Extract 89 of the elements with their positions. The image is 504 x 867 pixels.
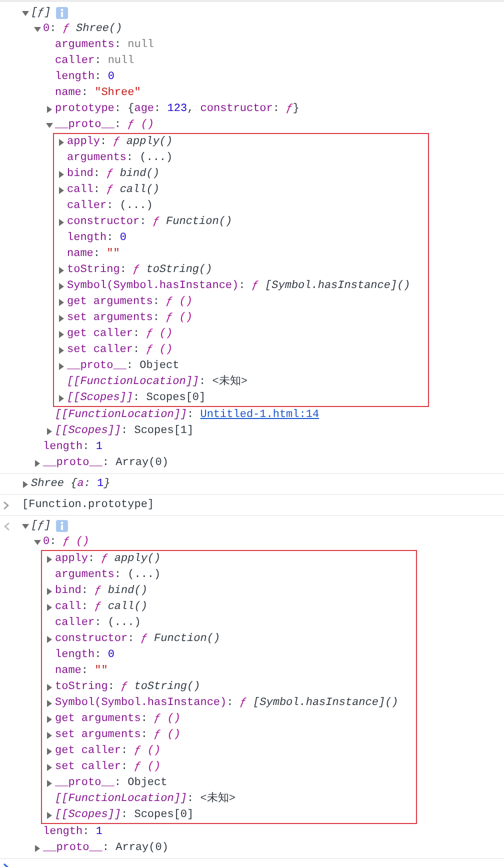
property-text: arguments: (...)	[67, 151, 173, 166]
property-text: toString: ƒ toString()	[67, 263, 212, 278]
expand-triangle-icon[interactable]	[46, 716, 53, 722]
expand-triangle-icon[interactable]	[34, 26, 41, 32]
property-text: get arguments: ƒ ()	[55, 712, 180, 727]
property-text: [[Scopes]]: Scopes[0]	[67, 391, 206, 406]
property-text: [ƒ]	[31, 6, 51, 21]
expand-triangle-icon[interactable]	[46, 588, 53, 594]
expand-triangle-icon[interactable]	[34, 460, 41, 466]
property-text: set arguments: ƒ ()	[67, 311, 192, 326]
property-text: get arguments: ƒ ()	[67, 295, 192, 310]
property-text: __proto__: Array(0)	[43, 456, 168, 471]
property-text: prototype: {age: 123, constructor: ƒ}	[55, 102, 300, 117]
expand-triangle-icon[interactable]	[58, 282, 65, 290]
property-text: apply: ƒ apply()	[67, 135, 173, 150]
expand-triangle-icon[interactable]	[46, 684, 53, 690]
property-text: Symbol(Symbol.hasInstance): ƒ [Symbol.hasInstance]()	[55, 696, 398, 711]
expand-triangle-icon[interactable]	[46, 764, 53, 770]
expand-triangle-icon[interactable]	[58, 266, 65, 274]
property-text: [[Scopes]]: Scopes[1]	[55, 424, 194, 439]
expand-triangle-icon[interactable]	[22, 480, 29, 488]
property-text: apply: ƒ apply()	[55, 552, 161, 567]
property-text: __proto__: ƒ ()	[55, 118, 154, 133]
expand-triangle-icon[interactable]	[46, 732, 53, 738]
expand-triangle-icon[interactable]	[46, 780, 53, 786]
expand-triangle-icon[interactable]	[22, 10, 29, 16]
expand-triangle-icon[interactable]	[58, 170, 65, 178]
expand-triangle-icon[interactable]	[58, 186, 65, 194]
property-text: arguments: null	[55, 38, 154, 53]
property-text: caller: (...)	[67, 199, 153, 214]
source-link[interactable]: Untitled-1.html:14	[200, 409, 320, 421]
property-text: set caller: ƒ ()	[55, 760, 161, 775]
property-text: call: ƒ call()	[55, 600, 148, 615]
property-text: [[Scopes]]: Scopes[0]	[55, 808, 194, 823]
property-text: length: 0	[55, 70, 114, 85]
expand-triangle-icon[interactable]	[46, 636, 53, 642]
property-text: set caller: ƒ ()	[67, 343, 173, 358]
property-text: length: 0	[67, 231, 126, 246]
property-text: 0: ƒ ()	[43, 535, 90, 550]
property-text: [[FunctionLocation]]: Untitled-1.html:14	[55, 408, 320, 423]
expand-triangle-icon[interactable]	[46, 428, 53, 434]
property-text: toString: ƒ toString()	[55, 680, 200, 695]
property-text: 0: ƒ Shree()	[43, 22, 122, 37]
property-text: Symbol(Symbol.hasInstance): ƒ [Symbol.hasInstance]()	[67, 279, 410, 294]
property-text: length: 1	[43, 825, 102, 840]
property-text: bind: ƒ bind()	[55, 584, 148, 599]
property-text: bind: ƒ bind()	[67, 167, 160, 182]
expand-triangle-icon[interactable]	[46, 556, 53, 562]
property-text: __proto__: Object	[67, 359, 180, 374]
property-text: get caller: ƒ ()	[67, 327, 173, 342]
property-text: caller: null	[55, 54, 134, 69]
expand-triangle-icon[interactable]	[58, 394, 65, 402]
property-text: constructor: ƒ Function()	[55, 632, 220, 647]
expand-triangle-icon[interactable]	[58, 138, 65, 146]
property-text: Shree {a: 1}	[31, 477, 110, 492]
expand-triangle-icon[interactable]	[46, 700, 53, 706]
expand-triangle-icon[interactable]	[46, 812, 53, 818]
expand-triangle-icon[interactable]	[34, 538, 41, 546]
property-text: arguments: (...)	[55, 568, 161, 583]
return-chevron-icon	[3, 522, 10, 531]
console-input-text: [Function.prototype]	[22, 498, 156, 513]
input-chevron-icon	[3, 501, 10, 510]
property-text: constructor: ƒ Function()	[67, 215, 232, 230]
expand-triangle-icon[interactable]	[58, 362, 65, 370]
property-text: [[FunctionLocation]]: <未知>	[55, 791, 236, 807]
expand-triangle-icon[interactable]	[46, 106, 53, 112]
expand-triangle-icon[interactable]	[58, 298, 65, 306]
expand-triangle-icon[interactable]	[58, 330, 65, 338]
property-text: name: "Shree"	[55, 86, 141, 101]
property-text: set arguments: ƒ ()	[55, 728, 180, 743]
expand-triangle-icon[interactable]	[46, 604, 53, 610]
property-text: name: ""	[55, 664, 108, 679]
expand-triangle-icon[interactable]	[22, 522, 29, 530]
expand-triangle-icon[interactable]	[46, 748, 53, 754]
property-text: __proto__: Object	[55, 776, 168, 791]
expand-triangle-icon[interactable]	[58, 218, 65, 226]
expand-triangle-icon[interactable]	[46, 122, 53, 128]
expand-triangle-icon[interactable]	[58, 346, 65, 354]
property-text: [[FunctionLocation]]: <未知>	[67, 374, 248, 390]
property-text: get caller: ƒ ()	[55, 744, 161, 759]
property-text: length: 1	[43, 440, 102, 455]
property-text: call: ƒ call()	[67, 183, 160, 198]
property-text: [ƒ]	[31, 519, 51, 534]
property-text: length: 0	[55, 648, 114, 663]
expand-triangle-icon[interactable]	[34, 844, 41, 852]
property-text: caller: (...)	[55, 616, 141, 631]
property-text: name: ""	[67, 247, 120, 262]
property-text: __proto__: Array(0)	[43, 841, 168, 856]
expand-triangle-icon[interactable]	[58, 314, 65, 322]
